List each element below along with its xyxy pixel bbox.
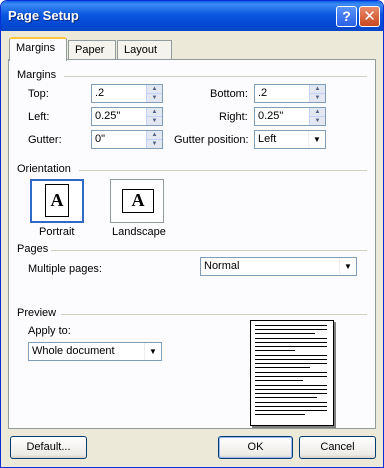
preview-group-label: Preview [17, 307, 57, 319]
spin-up-icon[interactable]: ▲ [310, 85, 325, 94]
gutter-position-value: Left [258, 133, 277, 145]
bottom-margin-value: .2 [258, 87, 268, 99]
preview-text-line [255, 380, 303, 381]
pages-separator [51, 250, 367, 251]
left-margin-spinner[interactable]: 0.25" ▲ ▼ [91, 107, 163, 126]
preview-text-line [255, 325, 327, 326]
apply-to-select[interactable]: Whole document ▼ [28, 342, 162, 361]
cancel-button[interactable]: Cancel [299, 436, 376, 459]
preview-text-line [255, 397, 317, 398]
spin-down-icon[interactable]: ▼ [310, 94, 325, 102]
preview-text-line [255, 410, 327, 411]
spin-down-icon[interactable]: ▼ [310, 117, 325, 125]
spin-down-icon[interactable]: ▼ [147, 94, 162, 102]
gutter-label: Gutter: [28, 134, 62, 146]
preview-text-line [255, 372, 327, 373]
top-margin-value: .2 [95, 87, 105, 99]
bottom-label: Bottom: [210, 88, 248, 100]
tab-panel-margins: Margins Top: .2 ▲ ▼ Bottom: .2 ▲ ▼ Left: 0… [8, 59, 376, 429]
preview-text-line [255, 355, 327, 356]
spin-down-icon[interactable]: ▼ [147, 140, 162, 148]
window-title: Page Setup [8, 8, 79, 23]
right-margin-value: 0.25" [258, 110, 284, 122]
landscape-option[interactable]: A [110, 179, 164, 223]
orientation-separator [79, 170, 367, 171]
tab-margins[interactable]: Margins [9, 37, 67, 61]
gutter-value: 0" [95, 133, 106, 145]
preview-text-line [255, 342, 327, 343]
preview-text-line [255, 376, 327, 377]
page-setup-dialog: Page Setup ? ✕ Margins Paper Layout Marg… [0, 0, 384, 468]
landscape-page-icon: A [122, 189, 154, 213]
left-label: Left: [28, 111, 50, 123]
apply-to-label: Apply to: [28, 325, 71, 337]
preview-text-line [255, 338, 327, 339]
right-label: Right: [219, 111, 248, 123]
spin-up-icon[interactable]: ▲ [147, 131, 162, 140]
chevron-down-icon[interactable]: ▼ [339, 258, 356, 275]
apply-to-value: Whole document [32, 345, 115, 357]
landscape-label: Landscape [112, 226, 166, 238]
gutter-position-label: Gutter position: [174, 134, 249, 146]
preview-text-line [255, 346, 327, 347]
close-button[interactable]: ✕ [359, 6, 380, 27]
ok-button[interactable]: OK [218, 436, 293, 459]
preview-text-line [255, 359, 327, 360]
margins-separator [64, 76, 367, 77]
preview-text-line [255, 406, 327, 407]
preview-separator [61, 314, 367, 315]
spin-up-icon[interactable]: ▲ [147, 108, 162, 117]
preview-text-line [255, 363, 327, 364]
multiple-pages-select[interactable]: Normal ▼ [200, 257, 357, 276]
chevron-down-icon[interactable]: ▼ [308, 131, 325, 148]
portrait-label: Portrait [39, 226, 75, 238]
preview-text-line [255, 402, 327, 403]
preview-text-line [255, 333, 315, 334]
preview-text-line [255, 414, 305, 415]
gutter-spinner[interactable]: 0" ▲ ▼ [91, 130, 163, 149]
title-bar[interactable]: Page Setup ? ✕ [1, 1, 383, 31]
bottom-margin-spinner[interactable]: .2 ▲ ▼ [254, 84, 326, 103]
multiple-pages-value: Normal [204, 260, 240, 272]
default-button[interactable]: Default... [10, 436, 87, 459]
portrait-option[interactable]: A [30, 179, 84, 223]
preview-text-line [255, 389, 327, 390]
top-margin-spinner[interactable]: .2 ▲ ▼ [91, 84, 163, 103]
help-button[interactable]: ? [336, 6, 357, 27]
spin-down-icon[interactable]: ▼ [147, 117, 162, 125]
preview-text-line [255, 350, 295, 351]
chevron-down-icon[interactable]: ▼ [144, 343, 161, 360]
gutter-position-select[interactable]: Left ▼ [254, 130, 326, 149]
pages-group-label: Pages [17, 243, 49, 255]
preview-text-line [255, 329, 327, 330]
orientation-group-label: Orientation [17, 163, 71, 175]
preview-text-line [255, 393, 327, 394]
spin-up-icon[interactable]: ▲ [147, 85, 162, 94]
right-margin-spinner[interactable]: 0.25" ▲ ▼ [254, 107, 326, 126]
margins-group-label: Margins [17, 69, 57, 81]
portrait-page-icon: A [45, 184, 69, 217]
tab-paper[interactable]: Paper [68, 40, 116, 61]
multiple-pages-label: Multiple pages: [28, 263, 102, 275]
preview-text-line [255, 367, 310, 368]
spin-up-icon[interactable]: ▲ [310, 108, 325, 117]
left-margin-value: 0.25" [95, 110, 121, 122]
preview-text-line [255, 385, 327, 386]
top-label: Top: [28, 88, 49, 100]
page-preview [250, 320, 334, 426]
tab-layout[interactable]: Layout [117, 40, 172, 61]
